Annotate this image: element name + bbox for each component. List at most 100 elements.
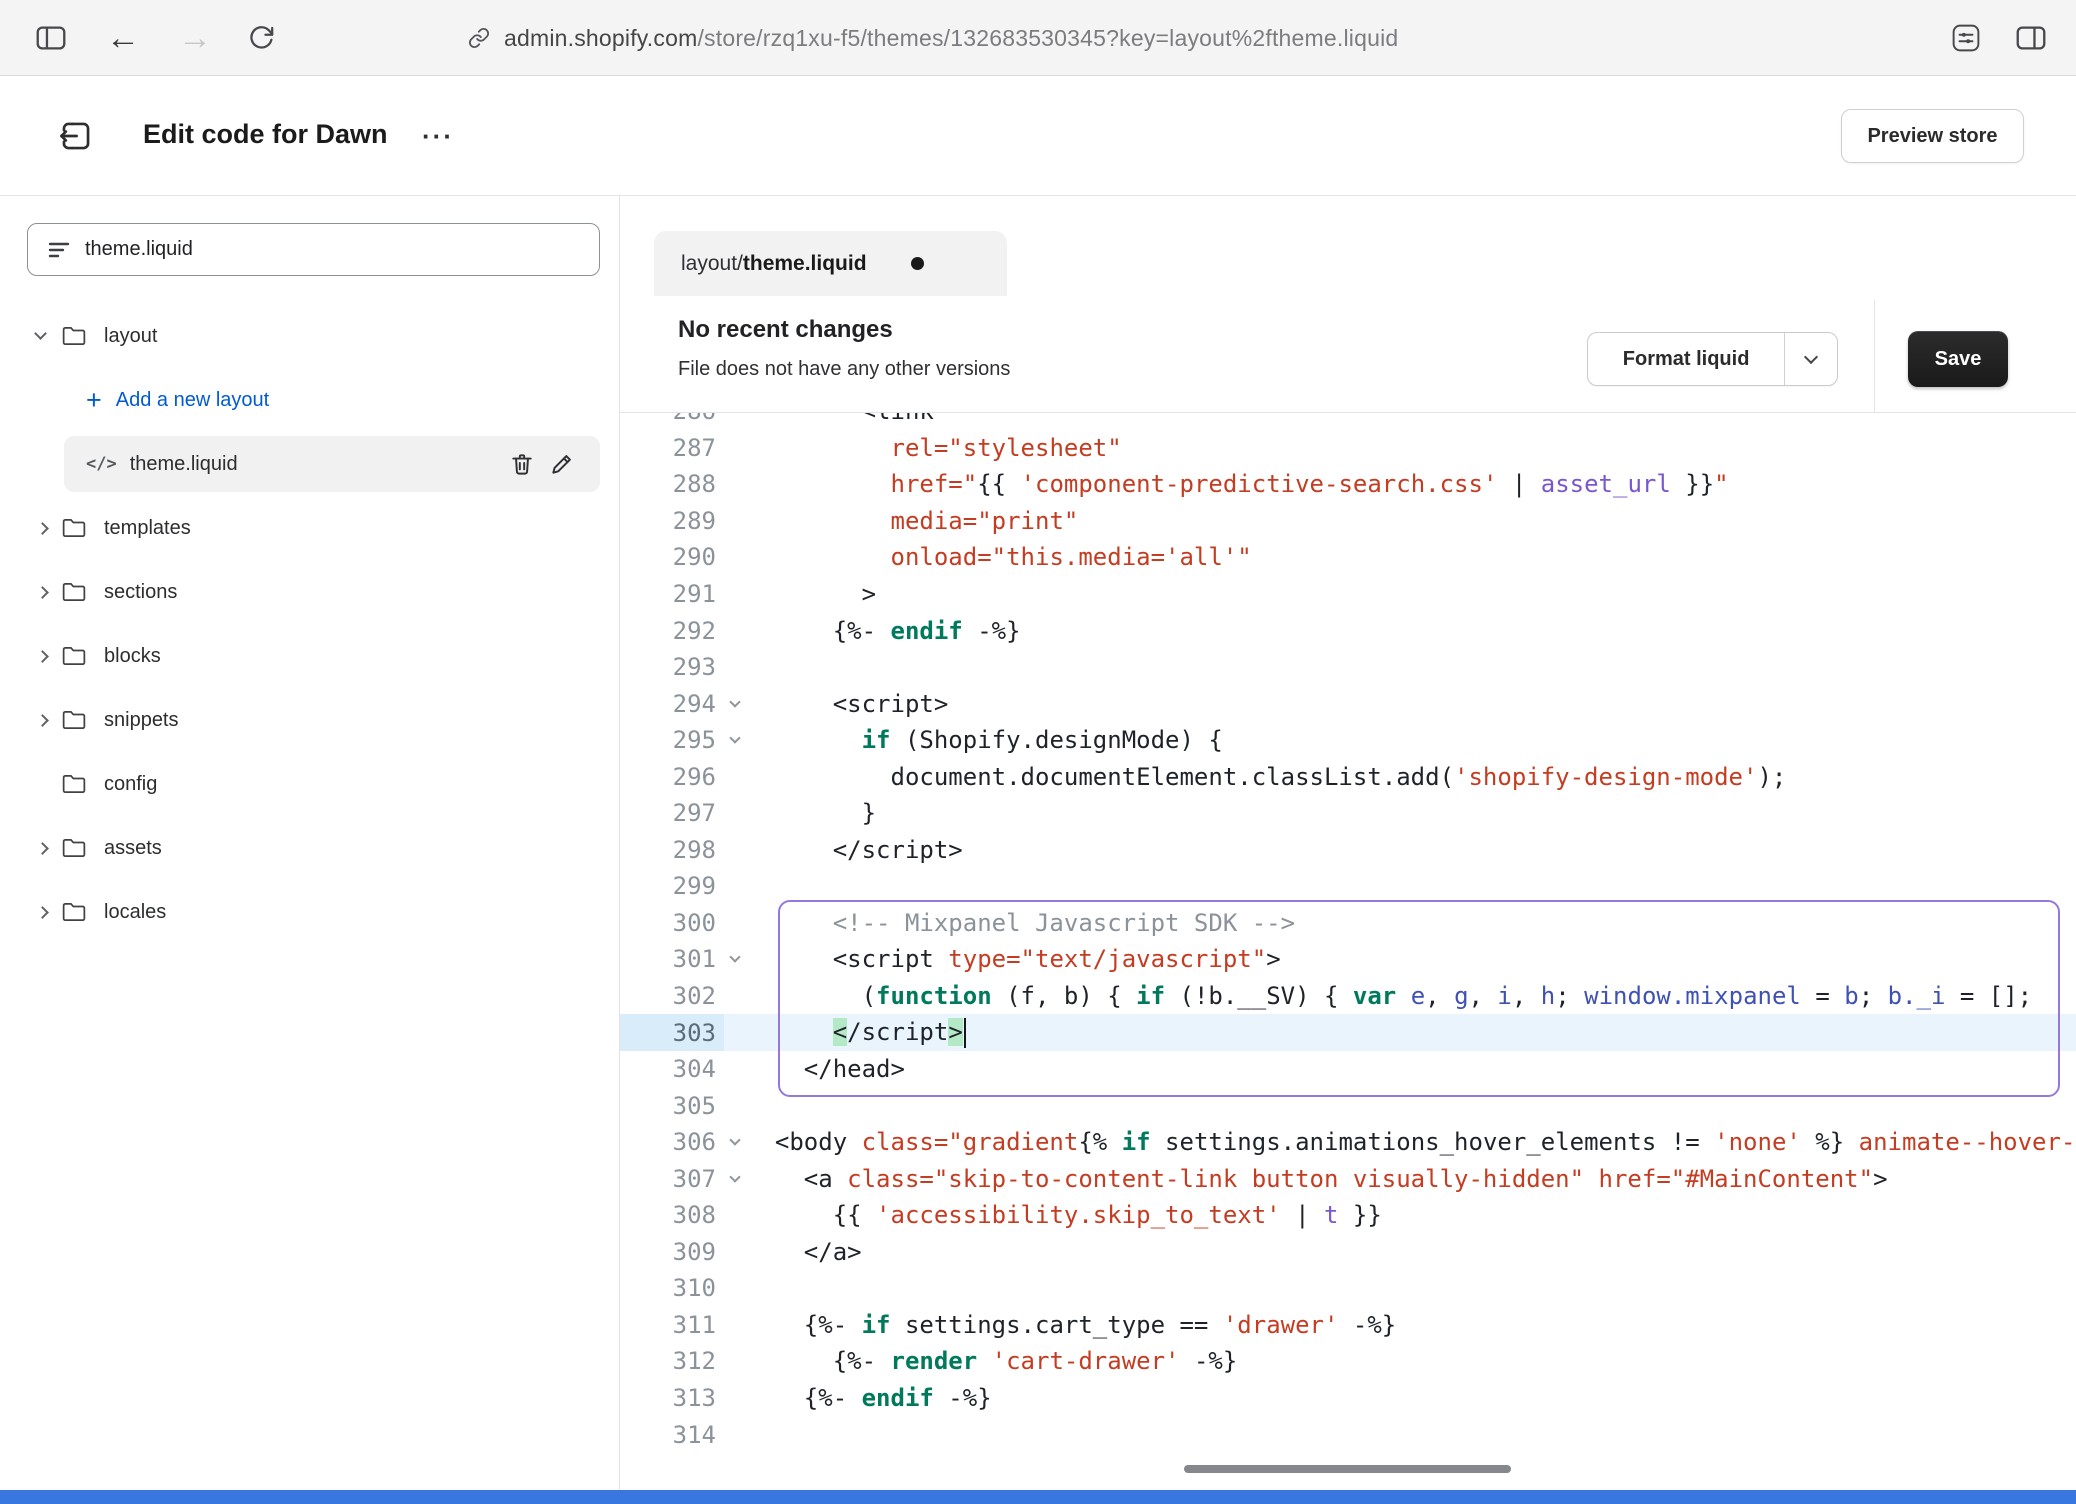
code-line[interactable]: 288 href="{{ 'component-predictive-searc… xyxy=(620,466,2076,503)
preview-store-button[interactable]: Preview store xyxy=(1841,109,2024,163)
tab-path-prefix: layout/ xyxy=(681,252,743,276)
fold-cell xyxy=(724,1234,746,1271)
horizontal-scrollbar[interactable] xyxy=(1184,1465,1511,1473)
code-line[interactable]: 302 (function (f, b) { if (!b.__SV) { va… xyxy=(620,978,2076,1015)
address-bar[interactable]: admin.shopify.com/store/rzq1xu-f5/themes… xyxy=(468,0,1398,76)
code-editor[interactable]: 286 <link287 rel="stylesheet"288 href="{… xyxy=(620,413,2076,1490)
fold-cell xyxy=(724,868,746,905)
save-button[interactable]: Save xyxy=(1908,331,2008,387)
fold-cell xyxy=(724,576,746,613)
reload-icon[interactable] xyxy=(248,24,275,51)
code-line[interactable]: 305 xyxy=(620,1087,2076,1124)
fold-cell xyxy=(724,612,746,649)
folder-icon xyxy=(62,710,100,730)
code-content: {%- endif -%} xyxy=(746,1384,992,1412)
sidebar-item-sections[interactable]: sections xyxy=(0,560,620,624)
fold-chevron-icon[interactable] xyxy=(724,685,746,722)
line-number: 298 xyxy=(620,832,724,869)
code-line[interactable]: 294 <script> xyxy=(620,685,2076,722)
more-actions-icon[interactable]: ··· xyxy=(412,114,464,158)
code-line[interactable]: 308 {{ 'accessibility.skip_to_text' | t … xyxy=(620,1197,2076,1234)
code-line[interactable]: 291 > xyxy=(620,576,2076,613)
sidebar-item-layout[interactable]: layout xyxy=(0,304,620,368)
format-liquid-button[interactable]: Format liquid xyxy=(1587,332,1838,386)
code-line[interactable]: 296 document.documentElement.classList.a… xyxy=(620,758,2076,795)
code-content: if (Shopify.designMode) { xyxy=(746,726,1223,754)
sidebar-item-label: layout xyxy=(104,325,157,348)
file-filter-input[interactable]: theme.liquid xyxy=(27,223,600,276)
code-line[interactable]: 313 {%- endif -%} xyxy=(620,1380,2076,1417)
split-view-icon[interactable] xyxy=(2016,24,2046,52)
fold-cell xyxy=(724,649,746,686)
sidebar-item-label: Add a new layout xyxy=(116,389,269,412)
chevron-right-icon[interactable] xyxy=(36,842,49,855)
sidebar-item-templates[interactable]: templates xyxy=(0,496,620,560)
fold-cell xyxy=(724,1416,746,1453)
sidebar-item-label: assets xyxy=(104,837,162,860)
code-line[interactable]: 295 if (Shopify.designMode) { xyxy=(620,722,2076,759)
line-number: 294 xyxy=(620,685,724,722)
sidebar-item-snippets[interactable]: snippets xyxy=(0,688,620,752)
code-line[interactable]: 310 xyxy=(620,1270,2076,1307)
fold-chevron-icon[interactable] xyxy=(724,941,746,978)
line-number: 309 xyxy=(620,1234,724,1271)
sidebar-item-locales[interactable]: locales xyxy=(0,880,620,944)
chevron-right-icon[interactable] xyxy=(36,586,49,599)
code-line[interactable]: 287 rel="stylesheet" xyxy=(620,430,2076,467)
code-line[interactable]: 311 {%- if settings.cart_type == 'drawer… xyxy=(620,1307,2076,1344)
code-line[interactable]: 304 </head> xyxy=(620,1051,2076,1088)
code-line[interactable]: 300 <!-- Mixpanel Javascript SDK --> xyxy=(620,905,2076,942)
code-line[interactable]: 298 </script> xyxy=(620,832,2076,869)
browser-window: ← → admin.shopify.com/store/rzq1xu-f5/th… xyxy=(0,0,2076,1504)
code-line[interactable]: 293 xyxy=(620,649,2076,686)
selected-file-row[interactable]: </> theme.liquid xyxy=(64,436,600,492)
sidebar-item-config[interactable]: config xyxy=(0,752,620,816)
code-line[interactable]: 289 media="print" xyxy=(620,503,2076,540)
extensions-icon[interactable] xyxy=(1952,24,1980,52)
format-dropdown-button[interactable] xyxy=(1784,333,1837,385)
sidebar-item-add-layout[interactable]: + Add a new layout xyxy=(64,368,600,432)
app-header: Edit code for Dawn ··· Preview store xyxy=(0,76,2076,196)
sidebar-item-blocks[interactable]: blocks xyxy=(0,624,620,688)
code-line[interactable]: 290 onload="this.media='all'" xyxy=(620,539,2076,576)
line-number: 302 xyxy=(620,978,724,1015)
chevron-right-icon[interactable] xyxy=(36,522,49,535)
fold-chevron-icon[interactable] xyxy=(724,1124,746,1161)
code-line[interactable]: 286 <link xyxy=(620,413,2076,430)
back-icon[interactable]: ← xyxy=(106,21,140,55)
fold-cell xyxy=(724,832,746,869)
code-line[interactable]: 303 </script> xyxy=(620,1014,2076,1051)
toolbar-divider xyxy=(1874,300,1875,412)
chevron-down-icon[interactable] xyxy=(34,327,47,340)
code-content: <body class="gradient{% if settings.anim… xyxy=(746,1128,2075,1156)
code-line[interactable]: 306 <body class="gradient{% if settings.… xyxy=(620,1124,2076,1161)
tab-strip: layout/theme.liquid xyxy=(620,196,2076,296)
chevron-right-icon[interactable] xyxy=(36,714,49,727)
code-line[interactable]: 307 <a class="skip-to-content-link butto… xyxy=(620,1160,2076,1197)
code-content: <script> xyxy=(746,690,948,718)
chevron-right-icon[interactable] xyxy=(36,650,49,663)
code-line[interactable]: 312 {%- render 'cart-drawer' -%} xyxy=(620,1343,2076,1380)
fold-chevron-icon[interactable] xyxy=(724,722,746,759)
sidebar-toggle-icon[interactable] xyxy=(36,24,66,52)
sidebar-item-assets[interactable]: assets xyxy=(0,816,620,880)
exit-editor-icon[interactable] xyxy=(56,116,96,156)
status-subtitle: File does not have any other versions xyxy=(678,358,1010,381)
code-line[interactable]: 314 xyxy=(620,1416,2076,1453)
tab-layout-theme-liquid[interactable]: layout/theme.liquid xyxy=(654,231,1007,296)
code-line[interactable]: 292 {%- endif -%} xyxy=(620,612,2076,649)
fold-cell xyxy=(724,539,746,576)
rename-file-icon[interactable] xyxy=(542,444,582,484)
line-number: 290 xyxy=(620,539,724,576)
code-line[interactable]: 301 <script type="text/javascript"> xyxy=(620,941,2076,978)
forward-icon[interactable]: → xyxy=(178,21,212,55)
sidebar-item-label: sections xyxy=(104,581,177,604)
fold-chevron-icon[interactable] xyxy=(724,1160,746,1197)
code-line[interactable]: 297 } xyxy=(620,795,2076,832)
chevron-right-icon[interactable] xyxy=(36,906,49,919)
code-line[interactable]: 309 </a> xyxy=(620,1234,2076,1271)
code-content: href="{{ 'component-predictive-search.cs… xyxy=(746,470,1729,498)
delete-file-icon[interactable] xyxy=(502,444,542,484)
sidebar-item-theme-liquid[interactable]: </> theme.liquid xyxy=(64,432,600,496)
code-line[interactable]: 299 xyxy=(620,868,2076,905)
